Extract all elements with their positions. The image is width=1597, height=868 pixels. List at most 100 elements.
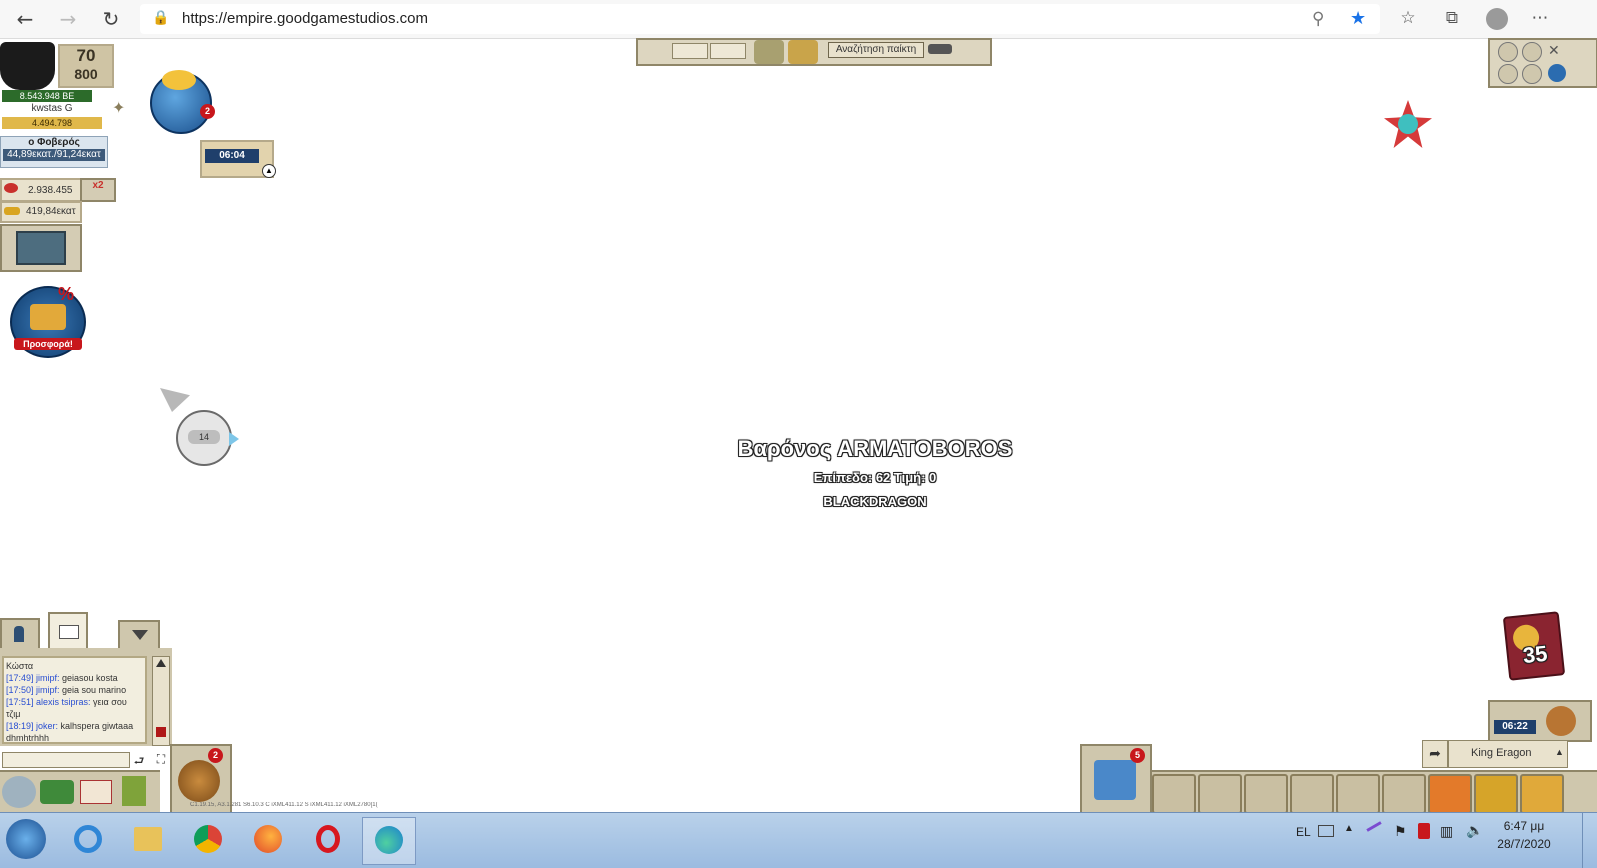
network-icon[interactable]: ▥ (1440, 823, 1453, 840)
bottom-timer-panel: 06:22 (1488, 700, 1592, 742)
favorites-icon[interactable]: ☆ (1396, 8, 1420, 30)
opera-icon[interactable] (302, 817, 354, 863)
forward-icon[interactable]: → (55, 6, 81, 32)
recruit-icon[interactable] (1244, 774, 1288, 814)
sack-icon[interactable] (1546, 706, 1576, 736)
shop-icon[interactable] (1428, 774, 1472, 814)
multiplier-button[interactable]: x2 (80, 178, 116, 202)
quest-panel (0, 224, 82, 272)
info-icon (14, 626, 24, 642)
tray-up-icon[interactable]: ▲ (1344, 823, 1354, 834)
send-icon[interactable]: ⮐ (130, 752, 148, 768)
chest-button[interactable]: 35 (1502, 611, 1566, 681)
clock-time[interactable]: 6:47 μμ (1496, 819, 1552, 833)
chat-message: [17:49] jimipf: geiasou kosta (6, 673, 118, 683)
battery-icon[interactable] (1418, 823, 1430, 839)
alliance-icon[interactable] (1152, 774, 1196, 814)
pen-icon[interactable] (1366, 821, 1382, 832)
menu-icon[interactable] (1522, 42, 1542, 62)
event-badge: 2 (200, 104, 215, 119)
show-desktop-button[interactable] (1582, 813, 1597, 868)
chrome-icon[interactable] (182, 817, 234, 863)
quest-scroll-icon[interactable] (16, 231, 66, 265)
address-bar[interactable]: 🔒 https://empire.goodgamestudios.com ⚲ ★ (140, 4, 1380, 34)
more-icon[interactable]: ⋯ (1528, 8, 1552, 30)
coins-icon (4, 207, 20, 215)
scroll-up-icon[interactable] (156, 659, 166, 667)
resource-food: 2.938.455 (0, 178, 82, 202)
toolbar-slot-1[interactable] (672, 43, 708, 59)
ranking-icon[interactable] (1520, 774, 1564, 814)
map-icon[interactable] (40, 780, 74, 804)
profile-icon[interactable] (1486, 8, 1508, 30)
castle-selector[interactable]: King Eragon ▲ (1448, 740, 1568, 768)
chat-header: Κώστα (6, 661, 34, 671)
sun-icon (162, 70, 196, 90)
spyglass-icon[interactable] (928, 44, 952, 54)
events-icon[interactable] (1474, 774, 1518, 814)
player-search-input[interactable]: Αναζήτηση παίκτη (828, 42, 924, 58)
ie-icon[interactable] (62, 817, 114, 863)
chat-log[interactable]: Κώστα [17:49] jimipf: geiasou kosta [17:… (2, 656, 147, 744)
compass-count: 14 (188, 430, 220, 444)
title-panel[interactable]: ο Φοβερός 44,89εκατ./91,24εκατ (0, 136, 108, 168)
gear-icon[interactable] (1522, 64, 1542, 84)
resource-coins-value: 419,84εκατ (26, 206, 76, 217)
expand-icon[interactable]: ▲ (262, 164, 276, 178)
event-timer-panel[interactable]: 06:04 ▲ (200, 140, 276, 178)
flag-icon[interactable]: ⚑ (1394, 823, 1407, 840)
zoom-in-icon[interactable] (1498, 42, 1518, 62)
fullscreen-icon[interactable]: ✕ (1548, 42, 1560, 59)
switch-castle-icon[interactable]: ➦ (1422, 740, 1448, 768)
toolbar-slot-2[interactable] (710, 43, 746, 59)
firefox-icon[interactable] (242, 817, 294, 863)
keyboard-icon[interactable] (1318, 825, 1334, 837)
expand-chat-icon[interactable]: ⛶ (152, 752, 170, 766)
offer-label: Προσφορά! (14, 338, 82, 350)
chat-tab-info[interactable] (0, 618, 40, 652)
castle-icon[interactable] (1198, 774, 1242, 814)
volume-icon[interactable]: 🔈 (1466, 823, 1483, 839)
version-text: C1.19.15, A3.1.281 S6.10.3 C iXML411.12 … (190, 802, 378, 808)
gift-icon[interactable] (122, 776, 146, 806)
explorer-icon[interactable] (122, 817, 174, 863)
zoom-out-icon[interactable] (1498, 64, 1518, 84)
workshop-icon[interactable] (1336, 774, 1380, 814)
tree-icon[interactable] (754, 40, 784, 64)
lock-icon: 🔒 (152, 10, 170, 26)
scroll-thumb[interactable] (156, 727, 166, 737)
crossed-swords-icon (178, 760, 220, 802)
star-icon[interactable]: ★ (1350, 8, 1366, 29)
plate-icon[interactable] (788, 40, 818, 64)
zoom-icon[interactable]: ⚲ (1312, 9, 1324, 29)
play-arrow-icon[interactable] (229, 432, 239, 446)
chat-scrollbar[interactable] (152, 656, 170, 746)
chat-tab-messages[interactable] (48, 612, 88, 652)
start-button[interactable] (6, 819, 46, 859)
chevron-up-icon[interactable]: ▲ (1555, 747, 1564, 757)
help-icon[interactable] (1548, 64, 1566, 82)
clock-date[interactable]: 28/7/2020 (1496, 837, 1552, 851)
arrow-marker-icon (160, 388, 190, 412)
scroll-icon[interactable] (1382, 774, 1426, 814)
search-icon[interactable] (2, 776, 36, 808)
player-avatar[interactable] (0, 42, 55, 90)
compass-button[interactable]: 14 (176, 410, 232, 466)
offer-button[interactable]: % Προσφορά! (10, 284, 86, 358)
collections-icon[interactable]: ⧉ (1440, 8, 1464, 30)
chat-collapse-button[interactable] (118, 620, 160, 650)
edge-icon[interactable] (362, 817, 416, 865)
chat-input[interactable] (2, 752, 130, 768)
language-indicator[interactable]: EL (1296, 825, 1311, 839)
crown-icon (30, 304, 66, 330)
mail-icon[interactable] (80, 780, 112, 804)
url-text[interactable]: https://empire.goodgamestudios.com (182, 10, 428, 27)
resource-coins: 419,84εκατ (0, 201, 82, 223)
hammer-icon[interactable] (1290, 774, 1334, 814)
reload-icon[interactable]: ↻ (98, 6, 124, 32)
back-icon[interactable]: ← (12, 6, 38, 32)
top-toolbar: Αναζήτηση παίκτη (636, 38, 992, 66)
player-name: kwstas G (31, 103, 73, 114)
event-timer: 06:04 (205, 149, 259, 163)
bottom-timer: 06:22 (1494, 720, 1536, 734)
